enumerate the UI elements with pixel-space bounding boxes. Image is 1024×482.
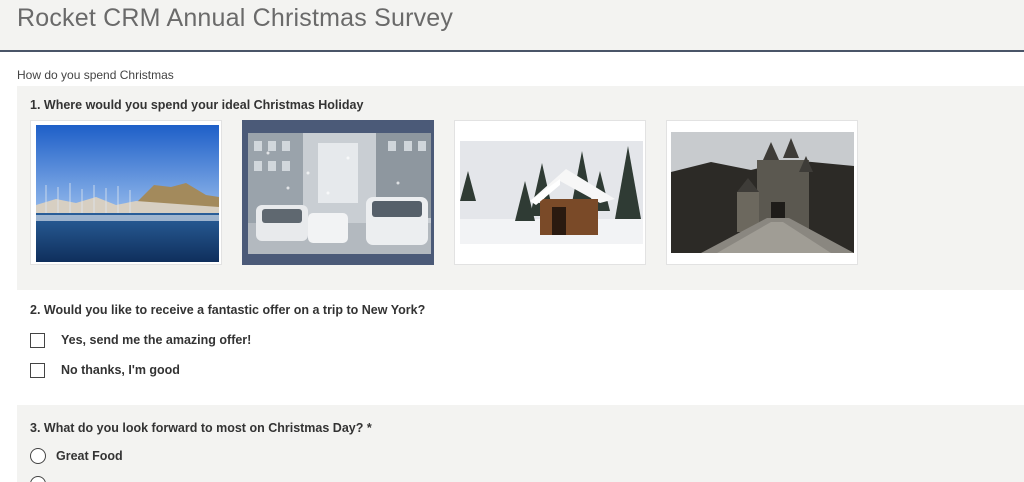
great-food-label: Great Food: [56, 449, 123, 463]
section-label: How do you spend Christmas: [17, 68, 174, 82]
next-option-partial[interactable]: [30, 476, 46, 482]
great-food-radio[interactable]: [30, 448, 46, 464]
question-3-title: 3. What do you look forward to most on C…: [30, 421, 372, 435]
offer-no-option[interactable]: No thanks, I'm good: [30, 362, 180, 378]
image-option-cabin[interactable]: [454, 120, 646, 265]
question-1-panel: 1. Where would you spend your ideal Chri…: [17, 86, 1024, 290]
image-option-city[interactable]: [242, 120, 434, 265]
snowy-cabin-image: [460, 141, 643, 244]
survey-header: Rocket CRM Annual Christmas Survey: [0, 0, 1024, 52]
image-option-harbor[interactable]: [30, 120, 222, 265]
question-3-panel: 3. What do you look forward to most on C…: [17, 405, 1024, 482]
image-option-castle[interactable]: [666, 120, 858, 265]
castle-image: [671, 132, 854, 253]
offer-no-checkbox[interactable]: [30, 362, 45, 378]
offer-yes-option[interactable]: Yes, send me the amazing offer!: [30, 332, 251, 348]
next-option-radio[interactable]: [30, 476, 46, 482]
offer-yes-checkbox[interactable]: [30, 332, 45, 348]
question-1-title: 1. Where would you spend your ideal Chri…: [30, 98, 364, 112]
page-title: Rocket CRM Annual Christmas Survey: [17, 4, 454, 32]
great-food-option[interactable]: Great Food: [30, 448, 123, 464]
snowy-city-street-image: [248, 133, 431, 254]
question-2-title: 2. Would you like to receive a fantastic…: [30, 303, 426, 317]
sunny-harbor-image: [36, 125, 219, 262]
offer-no-label: No thanks, I'm good: [61, 363, 180, 377]
offer-yes-label: Yes, send me the amazing offer!: [61, 333, 252, 347]
